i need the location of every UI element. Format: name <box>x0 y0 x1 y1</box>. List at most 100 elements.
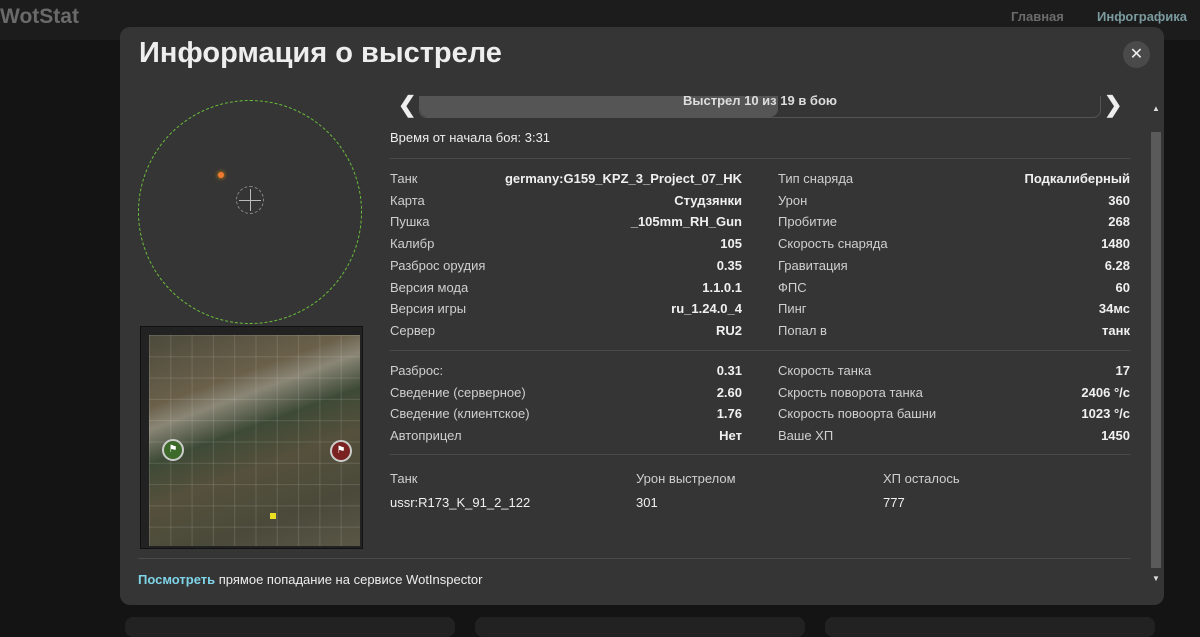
info-row: Танк germany:G159_KPZ_3_Project_07_HK <box>390 171 742 191</box>
info-value: 6.28 <box>1104 257 1130 273</box>
info-label: Версия игры <box>390 301 467 317</box>
info-label: Танк <box>390 171 418 186</box>
shot-marker <box>270 513 276 519</box>
info-value: 1.1.0.1 <box>702 279 742 295</box>
info-value: 1480 <box>1101 236 1130 252</box>
info-row: Сведение (клиентское) 1.76 <box>390 406 742 426</box>
logo[interactable]: WotStat <box>0 5 79 29</box>
info-label: Пушка <box>390 214 430 230</box>
info-row: Скорость танка 17 <box>778 363 1130 383</box>
target-damage-header: Урон выстрелом <box>636 471 736 486</box>
info-label: Скорость танка <box>778 363 872 378</box>
scrollbar-thumb[interactable] <box>1151 132 1161 568</box>
info-label: Скрость поворота танка <box>778 384 923 400</box>
prev-shot-button[interactable]: ❮ <box>398 92 416 118</box>
info-label: Версия мода <box>390 279 469 295</box>
info-value: 1450 <box>1101 428 1130 444</box>
shot-info-modal: Информация о выстреле ✕ ⚑ ⚑ ❮ Выстрел 10… <box>120 27 1164 605</box>
info-label: Попал в <box>778 322 827 338</box>
info-row: ФПС 60 <box>778 280 1130 300</box>
info-row: Скрость поворота танка 2406 °/c <box>778 385 1130 405</box>
info-value: 2406 °/c <box>1081 384 1130 400</box>
info-value: RU2 <box>715 322 742 338</box>
modal-content: ⚑ ⚑ ❮ Выстрел 10 из 19 в бою ❯ Время от … <box>120 88 1164 588</box>
info-value: 105 <box>720 236 742 252</box>
target-hp: 777 <box>883 495 905 510</box>
info-label: Сведение (серверное) <box>390 384 526 400</box>
info-value: 1.76 <box>716 406 742 422</box>
info-value: 34мс <box>1098 301 1130 317</box>
info-row: Гравитация 6.28 <box>778 258 1130 278</box>
info-value: 0.31 <box>716 363 742 378</box>
info-row: Ваше ХП 1450 <box>778 428 1130 448</box>
info-label: Сервер <box>390 322 436 338</box>
info-row: Калибр 105 <box>390 236 742 256</box>
info-row: Сервер RU2 <box>390 323 742 343</box>
next-shot-button[interactable]: ❯ <box>1104 92 1122 118</box>
info-value: 1023 °/c <box>1081 406 1130 422</box>
enemy-base-flag-icon: ⚑ <box>330 440 352 462</box>
info-row: Пинг 34мс <box>778 301 1130 321</box>
info-label: Урон <box>778 192 808 208</box>
info-row: Урон 360 <box>778 193 1130 213</box>
info-value: 360 <box>1108 192 1130 208</box>
wotinspector-link[interactable]: Посмотреть <box>138 572 215 587</box>
info-row: Разброс орудия 0.35 <box>390 258 742 278</box>
hit-point <box>218 172 224 178</box>
info-label: Разброс орудия <box>390 257 486 273</box>
modal-title: Информация о выстреле <box>139 37 502 69</box>
info-row: Разброс: 0.31 <box>390 363 742 383</box>
info-label: Автоприцел <box>390 428 462 444</box>
info-row: Скорость повоорта башни 1023 °/c <box>778 406 1130 426</box>
divider <box>390 158 1130 159</box>
info-label: Тип снаряда <box>778 171 854 186</box>
info-row: Попал в танк <box>778 323 1130 343</box>
info-label: Пинг <box>778 301 807 317</box>
crosshair-icon <box>236 186 264 214</box>
shot-slider[interactable]: Выстрел 10 из 19 в бою <box>419 93 1101 118</box>
footer-text: Посмотреть прямое попадание на сервисе W… <box>138 572 483 587</box>
target-tank: ussr:R173_K_91_2_122 <box>390 495 531 510</box>
slider-label: Выстрел 10 из 19 в бою <box>682 93 837 108</box>
divider <box>390 454 1130 455</box>
scrollbar[interactable]: ▲ ▼ <box>1150 102 1162 588</box>
target-damage: 301 <box>636 495 658 510</box>
scroll-down-icon[interactable]: ▼ <box>1150 574 1162 583</box>
info-row: Скорость снаряда 1480 <box>778 236 1130 256</box>
divider <box>138 558 1130 559</box>
info-label: Разброс: <box>390 363 444 378</box>
info-value: ru_1.24.0_4 <box>671 301 742 317</box>
battle-time: Время от начала боя: 3:31 <box>390 130 551 145</box>
scroll-up-icon[interactable]: ▲ <box>1150 104 1162 113</box>
info-row: Тип снаряда Подкалиберный <box>778 171 1130 191</box>
minimap: ⚑ ⚑ <box>140 326 363 549</box>
info-label: Сведение (клиентское) <box>390 406 530 422</box>
info-value: germany:G159_KPZ_3_Project_07_HK <box>504 171 742 186</box>
info-label: ФПС <box>778 279 807 295</box>
nav-home[interactable]: Главная <box>1011 9 1064 24</box>
target-tank-header: Танк <box>390 471 418 486</box>
nav-infographics[interactable]: Инфографика <box>1097 9 1187 24</box>
info-row: Версия мода 1.1.0.1 <box>390 280 742 300</box>
info-label: Карта <box>390 192 425 208</box>
info-value: 2.60 <box>716 384 742 400</box>
info-label: Ваше ХП <box>778 428 834 444</box>
info-row: Пушка _105mm_RH_Gun <box>390 214 742 234</box>
info-row: Карта Студзянки <box>390 193 742 213</box>
info-value: Нет <box>719 428 742 444</box>
ally-base-flag-icon: ⚑ <box>162 439 184 461</box>
info-value: 60 <box>1115 279 1130 295</box>
info-row: Пробитие 268 <box>778 214 1130 234</box>
info-label: Пробитие <box>778 214 837 230</box>
info-label: Скорость повоорта башни <box>778 406 937 422</box>
info-value: Студзянки <box>674 192 742 208</box>
info-value: 17 <box>1115 363 1130 378</box>
close-button[interactable]: ✕ <box>1123 41 1150 68</box>
dispersion-view <box>120 88 380 328</box>
info-value: танк <box>1102 322 1130 338</box>
info-label: Калибр <box>390 236 435 252</box>
info-row: Сведение (серверное) 2.60 <box>390 385 742 405</box>
info-value: 0.35 <box>716 257 742 273</box>
info-value: Подкалиберный <box>1024 171 1131 186</box>
target-hp-header: ХП осталось <box>883 471 960 486</box>
